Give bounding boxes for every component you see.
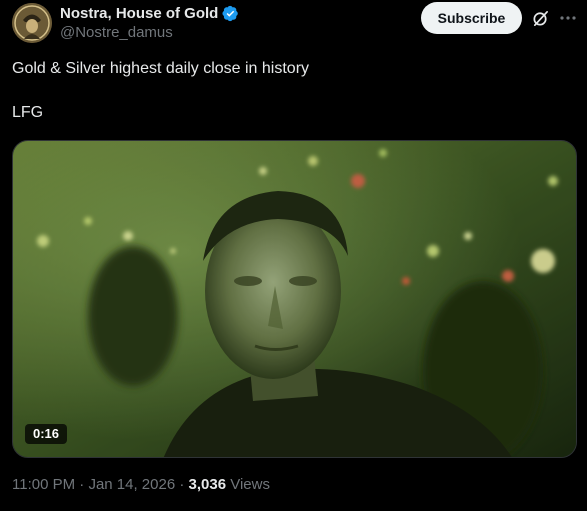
tweet-text: Gold & Silver highest daily close in his…	[12, 58, 572, 124]
avatar[interactable]	[12, 3, 52, 43]
meta-separator: ·	[75, 476, 89, 493]
author-handle[interactable]: @Nostre_damus	[60, 24, 173, 41]
subscribe-button[interactable]: Subscribe	[421, 2, 522, 34]
tweet-time[interactable]: 11:00 PM	[12, 476, 75, 493]
tweet-meta: 11:00 PM · Jan 14, 2026 · 3,036 Views	[12, 476, 270, 493]
verified-badge-icon	[222, 5, 239, 21]
tweet-date[interactable]: Jan 14, 2026	[88, 476, 175, 493]
author-name-row[interactable]: Nostra, House of Gold	[60, 4, 239, 22]
meta-separator: ·	[175, 476, 189, 493]
grok-slash-icon[interactable]	[531, 9, 550, 28]
views-count: 3,036	[188, 476, 227, 493]
tweet-line: LFG	[12, 104, 44, 121]
video-player[interactable]: 0:16	[12, 140, 577, 458]
tweet-line: Gold & Silver highest daily close in his…	[12, 60, 310, 77]
avatar-image	[12, 3, 52, 43]
video-frame	[13, 141, 576, 457]
more-horizontal-icon[interactable]	[558, 8, 578, 28]
views-label: Views	[226, 476, 270, 493]
video-duration: 0:16	[25, 424, 68, 444]
author-name[interactable]: Nostra, House of Gold	[60, 5, 218, 22]
